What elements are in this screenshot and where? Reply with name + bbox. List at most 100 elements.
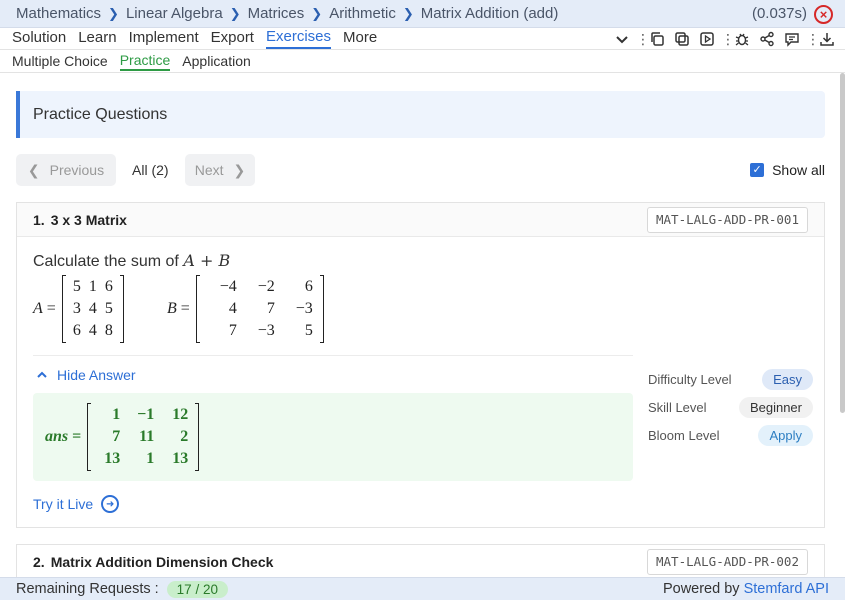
previous-button[interactable]: ❮ Previous — [16, 154, 116, 186]
breadcrumb-arithmetic[interactable]: Arithmetic — [329, 5, 396, 22]
show-all-toggle[interactable]: ✓ Show all — [750, 162, 825, 178]
tab-solution[interactable]: Solution — [12, 29, 66, 48]
chevron-right-icon: ❯ — [233, 161, 246, 178]
stemfard-api-link[interactable]: Stemfard API — [744, 581, 829, 597]
answer-box: ans = 1 −1 12 7 11 2 13 1 13 — [33, 393, 633, 481]
next-label: Next — [194, 162, 224, 178]
close-icon[interactable]: × — [814, 5, 833, 24]
matrix-b-name: B — [167, 300, 177, 317]
show-all-checkbox[interactable]: ✓ — [750, 163, 765, 177]
more-vertical-icon[interactable]: ⋮ — [721, 31, 735, 47]
matrix-cell: 4 — [88, 322, 97, 339]
matrix-b-block: B = −4 −2 6 4 7 −3 7 −3 5 — [167, 275, 324, 343]
meta-skill: Skill Level Beginner — [648, 393, 813, 421]
play-icon[interactable] — [699, 31, 715, 47]
tab-learn[interactable]: Learn — [78, 29, 116, 48]
divider — [33, 355, 633, 356]
download-icon[interactable] — [819, 31, 835, 47]
try-it-live-label: Try it Live — [33, 496, 94, 512]
share-icon[interactable] — [759, 31, 775, 47]
arrow-right-circle-icon: ➜ — [101, 495, 120, 513]
matrix-cell: 1 — [88, 278, 97, 295]
chevron-down-icon[interactable] — [614, 31, 630, 47]
remaining-requests-label: Remaining Requests : — [16, 581, 159, 597]
equals-sign: = — [180, 300, 190, 317]
matrix-cell: 13 — [104, 450, 121, 467]
chevron-right-icon: ❯ — [108, 5, 119, 21]
timing-readout: (0.037s) — [751, 5, 807, 22]
copy-icon[interactable] — [649, 31, 665, 47]
previous-label: Previous — [49, 162, 105, 178]
matrix-cell: 6 — [304, 278, 313, 295]
matrix-cell: 5 — [72, 278, 81, 295]
question-navigation: ❮ Previous All (2) Next ❯ ✓ Show all — [16, 154, 825, 186]
matrix-cell: 1 — [112, 406, 121, 423]
try-it-live-link[interactable]: Try it Live ➜ — [33, 495, 120, 513]
tab-implement[interactable]: Implement — [129, 29, 199, 48]
question-1-number: 1. — [33, 211, 45, 228]
matrix-cell: 2 — [180, 428, 189, 445]
tab-exercises[interactable]: Exercises — [265, 28, 332, 49]
tab-more[interactable]: More — [343, 29, 377, 48]
answer-matrix-block: ans = 1 −1 12 7 11 2 13 1 13 — [45, 403, 200, 471]
question-2-code: MAT-LALG-ADD-PR-002 — [647, 549, 808, 575]
powered-by-label: Powered by — [662, 581, 740, 597]
chevron-left-icon: ❮ — [27, 161, 40, 178]
matrix-cell: 7 — [266, 300, 275, 317]
meta-bloom: Bloom Level Apply — [648, 421, 813, 449]
skill-badge: Beginner — [738, 396, 813, 418]
matrix-cell: 6 — [72, 322, 81, 339]
question-1-header: 1. 3 x 3 Matrix MAT-LALG-ADD-PR-001 — [17, 203, 824, 237]
toolbar: ⋮ ⋮ ⋮ — [605, 28, 835, 50]
subtab-practice[interactable]: Practice — [119, 52, 171, 71]
matrix-a-block: A = 5 1 6 3 4 5 6 4 8 — [33, 275, 124, 343]
meta-label: Bloom Level — [648, 427, 720, 443]
matrix-cell: 6 — [104, 278, 113, 295]
matrix-cell: −1 — [137, 406, 155, 423]
question-2-header: 2. Matrix Addition Dimension Check MAT-L… — [17, 545, 824, 579]
answer-matrix: 1 −1 12 7 11 2 13 1 13 — [87, 403, 200, 471]
more-vertical-icon[interactable]: ⋮ — [636, 31, 650, 47]
question-1-meta: Difficulty Level Easy Skill Level Beginn… — [648, 365, 813, 449]
breadcrumb-bar: Mathematics ❯ Linear Algebra ❯ Matrices … — [0, 0, 845, 28]
duplicate-icon[interactable] — [674, 31, 690, 47]
subtab-application[interactable]: Application — [182, 53, 251, 69]
question-1-prompt: Calculate the sum of A + B — [33, 251, 230, 271]
question-prompt-text: Calculate the sum of — [33, 253, 179, 270]
next-button[interactable]: Next ❯ — [185, 154, 255, 186]
matrix-cell: −4 — [219, 278, 237, 295]
practice-title: Practice Questions — [33, 105, 168, 123]
matrix-cell: 7 — [228, 322, 237, 339]
matrix-b: −4 −2 6 4 7 −3 7 −3 5 — [195, 275, 324, 343]
meta-label: Difficulty Level — [648, 371, 732, 387]
chevron-right-icon: ❯ — [402, 5, 414, 21]
main-tabs: Solution Learn Implement Export Exercise… — [0, 28, 845, 50]
all-questions-count[interactable]: All (2) — [132, 162, 169, 178]
bug-icon[interactable] — [734, 31, 750, 47]
hide-answer-button[interactable]: Hide Answer — [37, 367, 136, 383]
breadcrumb-matrix-addition: Matrix Addition (add) — [420, 5, 559, 22]
matrix-cell: 7 — [112, 428, 121, 445]
hide-answer-label: Hide Answer — [57, 367, 136, 383]
matrix-a-name: A — [33, 300, 43, 317]
powered-by: Powered by Stemfard API — [663, 581, 829, 597]
matrix-cell: 5 — [104, 300, 113, 317]
matrix-cell: 1 — [146, 450, 155, 467]
question-expression: A + B — [183, 251, 231, 270]
tab-export[interactable]: Export — [211, 29, 254, 48]
chevron-right-icon: ❯ — [229, 5, 241, 21]
question-2-title: Matrix Addition Dimension Check — [50, 554, 274, 570]
more-vertical-icon[interactable]: ⋮ — [806, 31, 820, 47]
equals-sign: = — [46, 300, 56, 317]
breadcrumb-linear-algebra[interactable]: Linear Algebra — [126, 5, 223, 22]
subtab-multiple-choice[interactable]: Multiple Choice — [12, 53, 108, 69]
breadcrumb-mathematics[interactable]: Mathematics — [16, 5, 101, 22]
question-2-number: 2. — [33, 554, 45, 570]
show-all-label: Show all — [772, 162, 825, 178]
breadcrumb-matrices[interactable]: Matrices — [248, 5, 305, 22]
chevron-right-icon: ❯ — [311, 5, 323, 21]
matrix-cell: 13 — [172, 450, 189, 467]
comment-icon[interactable] — [784, 31, 800, 47]
scrollbar-thumb[interactable] — [840, 73, 845, 413]
matrix-cell: 3 — [72, 300, 81, 317]
